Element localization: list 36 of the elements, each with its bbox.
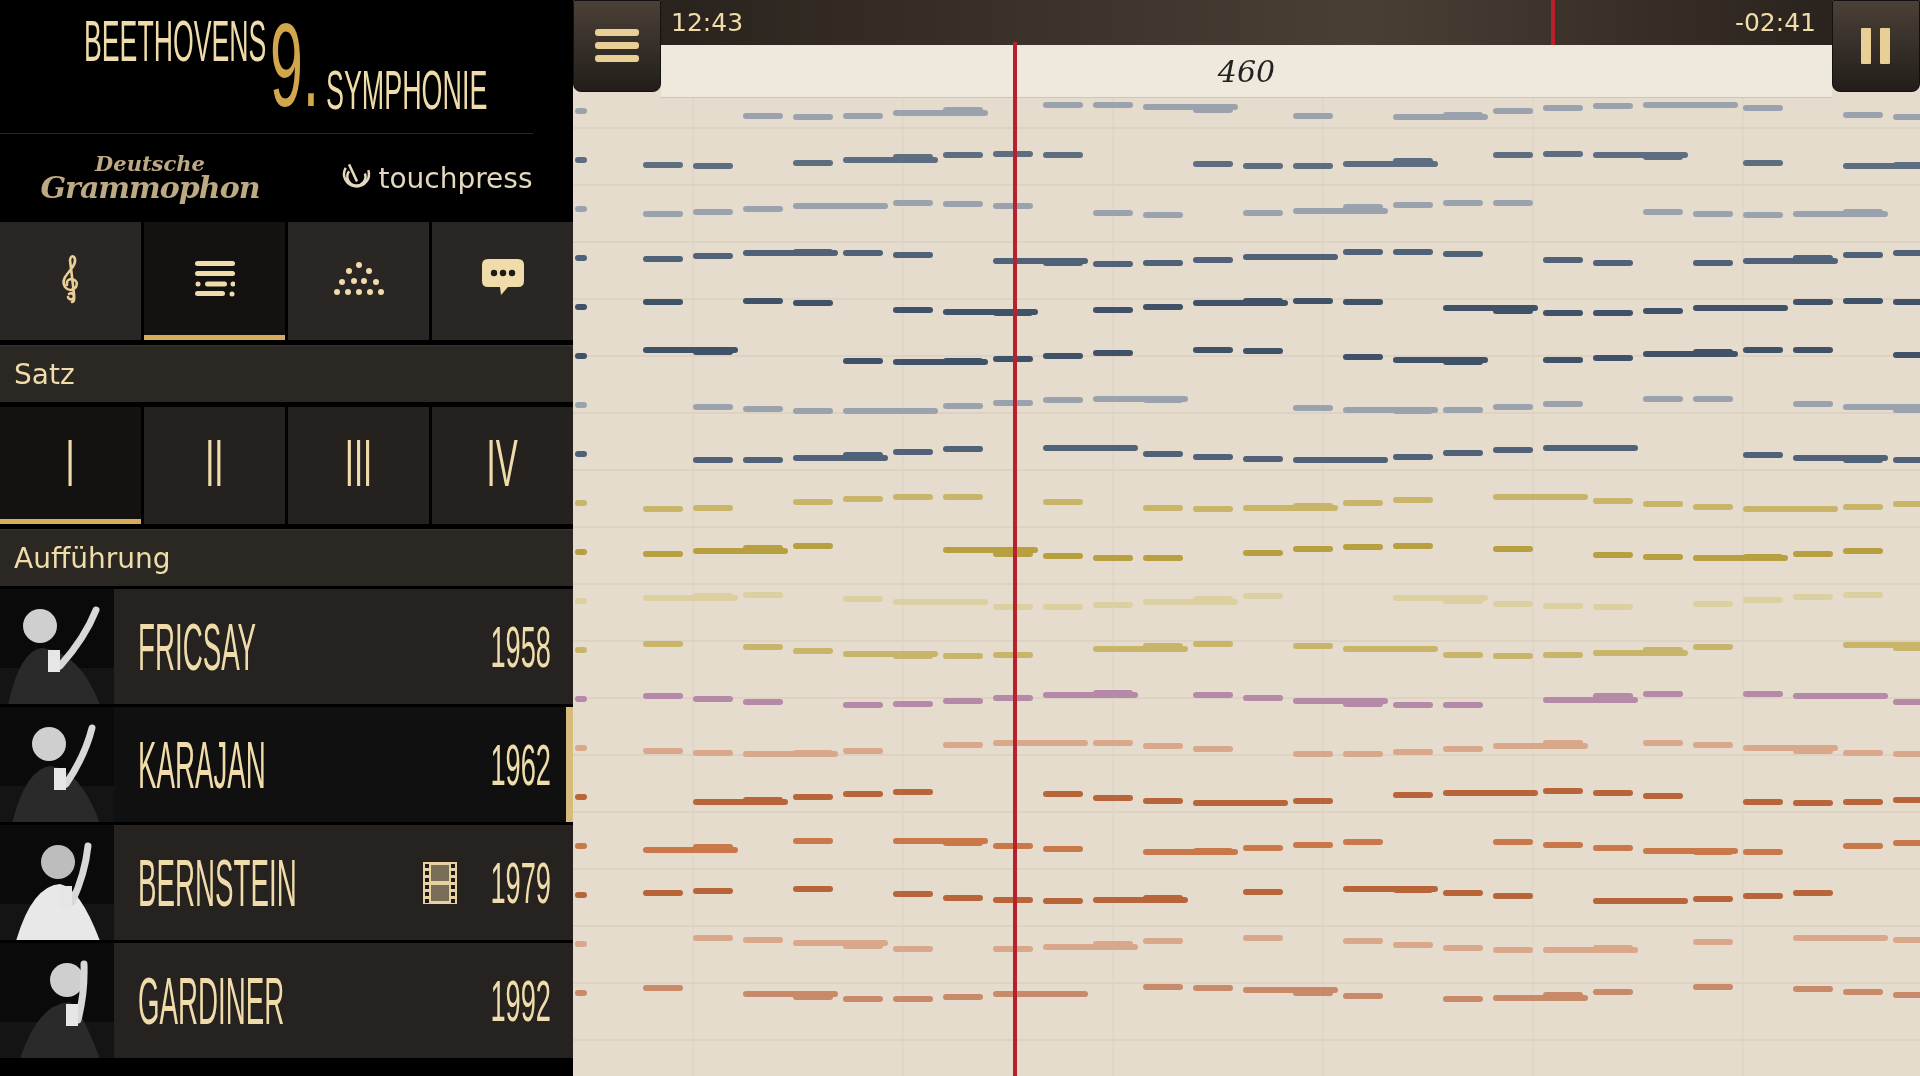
view-tab[interactable]	[432, 222, 573, 340]
movement-tab[interactable]: I	[0, 407, 141, 524]
app-title: BEETHOVENS	[84, 12, 267, 70]
conductor-name: GARDINER	[138, 967, 285, 1034]
recording-year: 1962	[490, 735, 551, 794]
remaining-time: -02:41	[1734, 8, 1816, 37]
list-icon	[194, 260, 235, 297]
conductor-name: BERNSTEIN	[138, 849, 297, 916]
app-subtitle: SYMPHONIE	[326, 62, 488, 118]
movement-tab[interactable]: II	[144, 407, 285, 524]
timeline-bar[interactable]: 12:43 -02:41	[661, 0, 1832, 45]
performance-item[interactable]: FRICSAY 1958	[114, 589, 573, 704]
symphony-number: 9.	[270, 6, 320, 124]
orchestra-seating-icon	[332, 260, 385, 297]
view-tab[interactable]	[288, 222, 429, 340]
recording-year: 1958	[490, 617, 551, 676]
menu-icon	[595, 29, 639, 63]
section-title: Satz	[14, 357, 75, 391]
movement-tab[interactable]: III	[288, 407, 429, 524]
performance-item[interactable]: BERNSTEIN 1979	[114, 825, 573, 940]
pause-icon	[1861, 28, 1891, 64]
conductor-name: KARAJAN	[138, 731, 266, 798]
pause-button[interactable]	[1832, 0, 1920, 92]
performance-item[interactable]: GARDINER 1992	[114, 943, 573, 1058]
conductor-name: FRICSAY	[138, 613, 257, 680]
recording-year: 1992	[490, 971, 551, 1030]
elapsed-time: 12:43	[671, 8, 744, 37]
recording-year: 1979	[490, 853, 551, 912]
bar-number: 460	[1217, 53, 1276, 89]
menu-button[interactable]	[573, 0, 661, 92]
view-tab[interactable]	[144, 222, 285, 340]
partner-logo: touchpress	[378, 161, 533, 195]
progress-marker[interactable]	[1550, 0, 1555, 45]
section-title: Aufführung	[14, 541, 171, 575]
movement-tab[interactable]: IV	[432, 407, 573, 524]
performance-item[interactable]: KARAJAN 1962	[114, 707, 573, 822]
